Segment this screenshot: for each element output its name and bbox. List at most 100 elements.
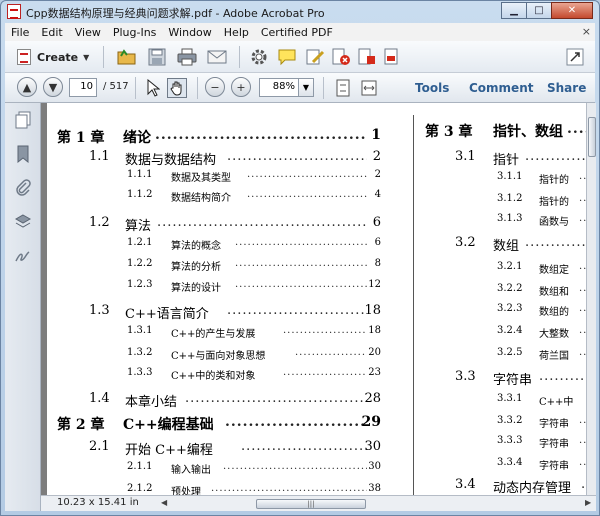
toc-entry[interactable]: 3.2 数组...................................…	[455, 235, 586, 254]
fit-page-icon[interactable]	[333, 78, 353, 98]
toc-number: 第 3 章	[425, 124, 473, 140]
toc-entry[interactable]: 2.1.2 预处理................................…	[127, 483, 397, 495]
previous-page-button[interactable]: ▲	[17, 77, 37, 97]
toc-leader: ........................................…	[155, 127, 367, 143]
scroll-left-icon[interactable]: ◀	[161, 498, 167, 507]
toc-entry[interactable]: 3.4动态内存管理...............................…	[455, 477, 586, 495]
toc-entry[interactable]: 1.3.1C++的产生与发展..........................…	[127, 325, 397, 343]
next-page-button[interactable]: ▼	[43, 77, 63, 97]
toc-entry[interactable]: 2.1开始 C++编程.............................…	[89, 439, 397, 458]
email-icon[interactable]	[207, 47, 227, 67]
vertical-scrollbar-thumb[interactable]	[588, 117, 596, 157]
sign-icon[interactable]	[305, 47, 325, 67]
toc-title: 预处理	[171, 487, 201, 495]
toc-entry[interactable]: 1.2.3 算法的设计..............................…	[127, 279, 397, 297]
toc-entry[interactable]: 1.3 C++语言简介..............................…	[89, 303, 397, 322]
maximize-button[interactable]: □	[526, 2, 552, 19]
toc-title: 字符串	[539, 439, 569, 450]
toc-entry[interactable]: 1.2 算法...................................…	[89, 215, 397, 234]
toc-entry[interactable]: 第 2 章 C++编程基础............................…	[57, 414, 397, 433]
menu-window[interactable]: Window	[168, 26, 211, 39]
export-pdf-icon[interactable]	[383, 47, 403, 67]
hand-tool-icon[interactable]	[167, 78, 187, 98]
attachment-icon[interactable]	[14, 179, 32, 197]
toc-entry[interactable]: 3.1 指针...................................…	[455, 149, 586, 168]
zoom-input[interactable]: 88%	[259, 78, 299, 97]
title-bar[interactable]: Cpp数据结构原理与经典问题求解.pdf - Adobe Acrobat Pro…	[1, 1, 599, 23]
minimize-button[interactable]: ▁	[501, 2, 527, 19]
scroll-right-icon[interactable]: ▶	[585, 498, 591, 507]
fit-width-icon[interactable]	[359, 78, 379, 98]
toc-entry[interactable]: 3.2.4 大整数................................…	[497, 325, 586, 343]
toc-entry[interactable]: 1.1.1数据及其类型.............................…	[127, 169, 397, 187]
toc-number: 3.1.2	[497, 193, 523, 204]
menu-file[interactable]: File	[11, 26, 29, 39]
toc-page-number: 12	[368, 279, 381, 290]
toc-entry[interactable]: 3.2.1 数组定................................…	[497, 261, 586, 279]
toc-entry[interactable]: 3.3.4 字符串................................…	[497, 457, 586, 475]
toc-entry[interactable]: 3.2.3 数组的................................…	[497, 303, 586, 321]
minus-icon: −	[205, 77, 225, 97]
toc-entry[interactable]: 1.1 数据与数据结构..............................…	[89, 149, 397, 168]
toc-leader: ........................................	[579, 213, 586, 224]
document-close-icon[interactable]: ×	[582, 25, 591, 38]
vertical-scrollbar[interactable]	[586, 103, 596, 495]
toc-entry[interactable]: 3.3.2 字符串................................…	[497, 415, 586, 433]
zoom-in-button[interactable]: +	[231, 77, 251, 97]
toc-entry[interactable]: 1.2.2 算法的分析..............................…	[127, 258, 397, 276]
toc-entry[interactable]: 第 1 章 绪论.................................…	[57, 127, 397, 146]
toc-entry[interactable]: 1.2.1 算法的概念..............................…	[127, 237, 397, 255]
toc-entry[interactable]: 3.1.2 指针的................................…	[497, 193, 586, 211]
toc-entry[interactable]: 3.2.2 数组和................................…	[497, 283, 586, 301]
toc-entry[interactable]: 2.1.1 输入输出...............................…	[127, 461, 397, 479]
horizontal-scrollbar[interactable]: 10.23 x 15.41 in ◀ ||| ▶	[41, 495, 596, 511]
toc-entry[interactable]: 3.1.1 指针的................................…	[497, 171, 586, 189]
menu-bar: File Edit View Plug-Ins Window Help Cert…	[5, 23, 595, 41]
delete-page-icon[interactable]	[331, 47, 351, 67]
share-panel-link[interactable]: Share	[547, 81, 586, 95]
toc-leader: ........................................…	[157, 215, 367, 230]
layers-icon[interactable]	[14, 213, 32, 231]
zoom-out-button[interactable]: −	[205, 77, 225, 97]
toc-leader: ........................................…	[227, 149, 367, 164]
tools-panel-link[interactable]: Tools	[415, 81, 449, 95]
signatures-icon[interactable]	[14, 247, 32, 265]
menu-help[interactable]: Help	[224, 26, 249, 39]
toc-entry[interactable]: 3.3 字符串..................................…	[455, 369, 586, 388]
toc-entry[interactable]: 1.1.2数据结构简介.............................…	[127, 189, 397, 207]
bookmark-icon[interactable]	[14, 145, 32, 164]
select-cursor-icon[interactable]	[143, 78, 163, 98]
menu-view[interactable]: View	[75, 26, 101, 39]
menu-plug-ins[interactable]: Plug-Ins	[113, 26, 157, 39]
menu-edit[interactable]: Edit	[41, 26, 62, 39]
toc-entry[interactable]: 3.3.3 字符串................................…	[497, 435, 586, 453]
document-viewport[interactable]: 第 1 章 绪论.................................…	[41, 103, 586, 495]
horizontal-scrollbar-thumb[interactable]: |||	[256, 499, 366, 509]
expand-icon[interactable]	[565, 47, 585, 67]
toc-entry[interactable]: 1.3.2C++与面向对象思想.........................…	[127, 347, 397, 365]
chevron-down-icon[interactable]: ▼	[298, 78, 314, 97]
print-icon[interactable]	[177, 47, 197, 67]
create-button[interactable]: Create ▼	[13, 47, 93, 67]
menu-certified-pdf[interactable]: Certified PDF	[261, 26, 333, 39]
comment-panel-link[interactable]: Comment	[469, 81, 533, 95]
toolbar-separator	[323, 77, 324, 99]
toc-number: 3.2.2	[497, 283, 523, 294]
toc-entry[interactable]: 1.3.3C++中的类和对象..........................…	[127, 367, 397, 385]
save-icon[interactable]	[147, 47, 167, 67]
toc-page-number: 6	[372, 215, 381, 230]
gear-icon[interactable]	[249, 47, 269, 67]
toc-entry[interactable]: 3.2.5 荷兰国................................…	[497, 347, 586, 365]
toc-entry[interactable]: 第 3 章 指针、数组..............................…	[425, 121, 586, 140]
toc-number: 3.3.1	[497, 393, 523, 404]
toc-entry[interactable]: 3.1.3 函数与................................…	[497, 213, 586, 231]
toc-title: 指针的	[539, 175, 569, 186]
page-thumbnails-icon[interactable]	[14, 111, 32, 129]
close-button[interactable]: ✕	[551, 2, 593, 19]
toc-entry[interactable]: 1.4 本章小结.................................…	[89, 391, 397, 410]
comment-icon[interactable]	[277, 47, 297, 67]
redact-icon[interactable]	[357, 47, 377, 67]
open-folder-icon[interactable]	[117, 47, 137, 67]
toc-entry[interactable]: 3.3.1 C++中	[497, 393, 586, 411]
page-number-input[interactable]: 10	[69, 78, 97, 97]
